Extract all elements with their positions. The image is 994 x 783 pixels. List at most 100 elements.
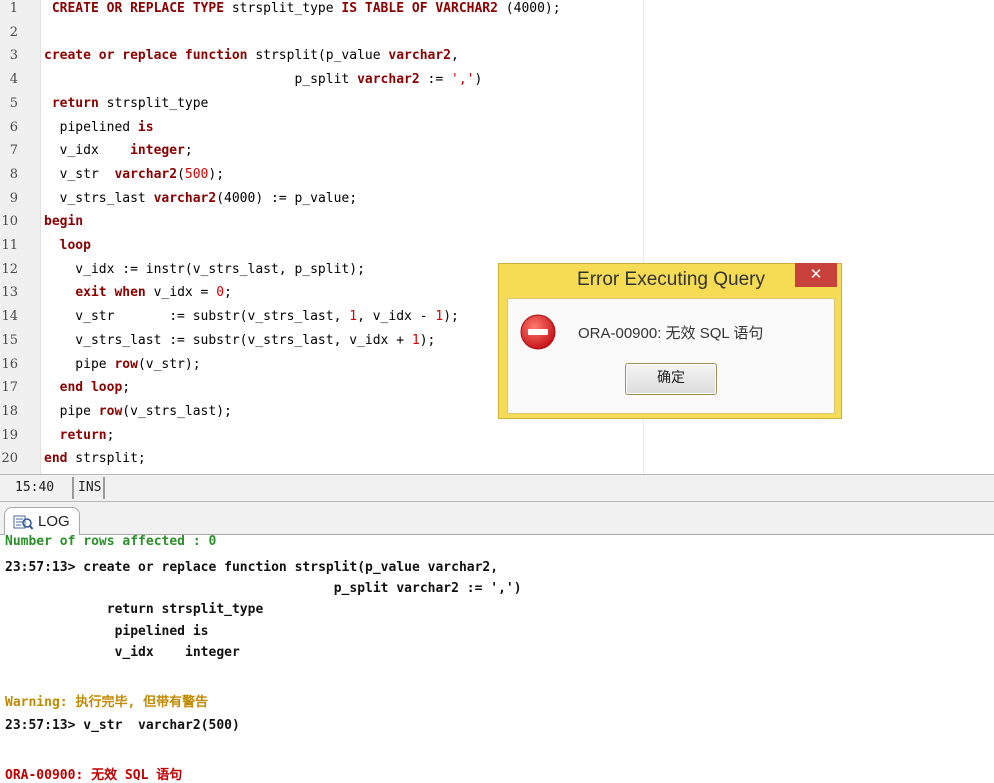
line-number: 8 bbox=[9, 166, 18, 182]
code-line[interactable]: create or replace function strsplit(p_va… bbox=[44, 48, 459, 63]
log-warning: Warning: 执行完毕, 但带有警告 bbox=[5, 695, 209, 710]
code-token: pipe bbox=[44, 403, 99, 419]
code-token: return bbox=[44, 427, 107, 443]
line-number: 6 bbox=[9, 119, 18, 135]
log-line: return strsplit_type bbox=[5, 602, 264, 617]
line-number: 12 bbox=[1, 261, 18, 277]
line-number: 11 bbox=[1, 238, 18, 253]
code-token: strsplit_type bbox=[98, 95, 209, 111]
code-token: pipe bbox=[44, 356, 115, 372]
code-line[interactable]: loop bbox=[44, 238, 91, 253]
close-button[interactable]: ✕ bbox=[795, 263, 837, 287]
code-token: ); bbox=[208, 166, 225, 182]
code-token: strsplit_type bbox=[224, 1, 342, 16]
line-number: 7 bbox=[9, 143, 18, 159]
code-token: p_split bbox=[44, 72, 358, 88]
code-token: loop bbox=[44, 238, 91, 253]
code-line[interactable]: end strsplit; bbox=[44, 451, 146, 466]
code-token: 0 bbox=[216, 285, 225, 301]
code-token: varchar2 bbox=[153, 190, 217, 206]
log-line: 23:57:13> create or replace function str… bbox=[5, 560, 499, 575]
error-message: ORA-00900: 无效 SQL 语句 bbox=[578, 325, 764, 342]
line-number: 10 bbox=[1, 214, 18, 230]
code-line[interactable]: v_str := substr(v_strs_last, 1, v_idx - … bbox=[44, 309, 459, 324]
code-token: 1 bbox=[411, 332, 420, 348]
code-token: (v_strs_last); bbox=[122, 403, 232, 419]
code-token: v_idx = bbox=[145, 285, 217, 301]
code-token: CREATE OR REPLACE TYPE bbox=[51, 1, 225, 16]
line-number: 9 bbox=[9, 190, 18, 206]
code-line[interactable]: pipe row(v_str); bbox=[44, 356, 201, 372]
line-number: 16 bbox=[1, 356, 18, 372]
line-number: 18 bbox=[1, 403, 18, 419]
code-token: , v_idx - bbox=[357, 309, 436, 325]
code-token: end loop bbox=[44, 380, 123, 396]
code-token: (v_str); bbox=[137, 356, 201, 372]
dialog-body: ORA-00900: 无效 SQL 语句 确定 bbox=[507, 298, 835, 414]
code-token: v_str := substr(v_strs_last, bbox=[44, 309, 350, 325]
code-token: := bbox=[419, 72, 452, 88]
code-token: varchar2 bbox=[388, 48, 452, 64]
log-tab-label: LOG bbox=[38, 513, 70, 530]
code-token: ( bbox=[177, 166, 185, 182]
code-line[interactable]: v_idx := instr(v_strs_last, p_split); bbox=[44, 262, 365, 277]
log-line: Number of rows affected : 0 bbox=[5, 534, 217, 549]
code-token: IS TABLE OF VARCHAR2 bbox=[341, 1, 498, 16]
code-token: return bbox=[44, 95, 99, 111]
line-number: 2 bbox=[9, 24, 18, 40]
dialog-title: Error Executing Query bbox=[577, 269, 765, 290]
code-token: is bbox=[137, 119, 154, 135]
error-icon bbox=[520, 314, 556, 350]
code-line[interactable]: end loop; bbox=[44, 380, 130, 395]
code-line[interactable]: v_idx integer; bbox=[44, 143, 193, 158]
status-bar: 15:40 INS bbox=[0, 474, 994, 502]
code-line[interactable]: pipelined is bbox=[44, 120, 154, 135]
code-token: (4000) := p_value; bbox=[216, 190, 358, 206]
code-token: v_strs_last bbox=[44, 190, 154, 206]
code-token: 500 bbox=[184, 166, 209, 182]
code-line[interactable]: v_strs_last := substr(v_strs_last, v_idx… bbox=[44, 333, 435, 348]
code-token: ; bbox=[122, 380, 131, 396]
code-token: strsplit; bbox=[67, 451, 146, 467]
code-token: ) bbox=[474, 72, 483, 88]
code-line[interactable]: exit when v_idx = 0; bbox=[44, 285, 232, 300]
code-token: 1 bbox=[349, 309, 358, 325]
log-line: p_split varchar2 := ',') bbox=[5, 581, 522, 596]
log-panel: LOG Number of rows affected : 0 23:57:13… bbox=[0, 502, 994, 783]
code-token: varchar2 bbox=[357, 72, 420, 88]
code-token: strsplit(p_value bbox=[247, 48, 389, 64]
log-error: ORA-00900: 无效 SQL 语句 bbox=[5, 768, 183, 783]
line-number: 14 bbox=[1, 309, 18, 325]
line-number: 5 bbox=[9, 95, 18, 111]
log-icon bbox=[13, 515, 33, 530]
ok-button[interactable]: 确定 bbox=[625, 363, 717, 395]
code-token: v_str bbox=[44, 166, 115, 182]
code-line[interactable]: return strsplit_type bbox=[44, 95, 209, 111]
code-line[interactable]: v_str varchar2(500); bbox=[44, 167, 224, 182]
status-separator bbox=[72, 477, 74, 499]
status-separator bbox=[103, 477, 105, 499]
code-token: ; bbox=[106, 427, 115, 443]
code-token: ); bbox=[419, 332, 436, 348]
code-token: v_idx bbox=[44, 143, 131, 159]
code-token: , bbox=[451, 48, 459, 64]
code-line[interactable]: CREATE OR REPLACE TYPE strsplit_type IS … bbox=[44, 1, 561, 16]
code-line[interactable]: return; bbox=[44, 427, 115, 443]
line-number: 19 bbox=[1, 427, 18, 443]
log-line: v_idx integer bbox=[5, 645, 240, 660]
code-token: v_strs_last := substr(v_strs_last, v_idx… bbox=[44, 332, 412, 348]
code-token: varchar2 bbox=[114, 166, 178, 182]
code-line[interactable]: begin bbox=[44, 214, 83, 229]
code-token: integer bbox=[130, 143, 185, 159]
line-number: 13 bbox=[1, 285, 18, 301]
cursor-position: 15:40 bbox=[15, 480, 55, 495]
code-line[interactable]: p_split varchar2 := ',') bbox=[44, 72, 482, 87]
code-token: ; bbox=[224, 285, 232, 301]
code-editor[interactable]: 1 2 3 4 5 6 7 8 9 10 11 12 13 14 15 16 17 18 19 20 CREATE O… bbox=[0, 0, 994, 474]
line-number: 4 bbox=[9, 72, 18, 88]
code-line[interactable]: v_strs_last varchar2(4000) := p_value; bbox=[44, 191, 357, 206]
tab-log[interactable]: LOG bbox=[4, 507, 80, 535]
code-line[interactable]: pipe row(v_strs_last); bbox=[44, 404, 232, 419]
